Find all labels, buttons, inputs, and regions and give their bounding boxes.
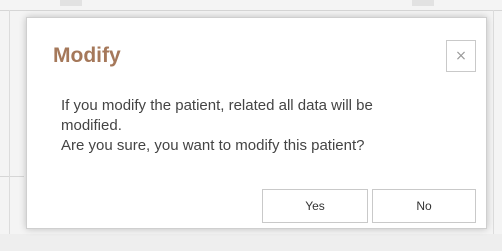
modify-dialog: Modify × If you modify the patient, rela…	[26, 17, 487, 229]
background-divider	[60, 0, 82, 6]
close-icon: ×	[455, 48, 467, 64]
background-divider	[412, 0, 434, 6]
message-line: Are you sure, you want to modify this pa…	[61, 137, 365, 154]
yes-button[interactable]: Yes	[262, 189, 368, 223]
background-divider	[9, 10, 10, 251]
dialog-message: If you modify the patient, related all d…	[61, 96, 471, 156]
background-divider	[0, 176, 24, 177]
background-footer	[0, 234, 502, 251]
yes-button-label: Yes	[305, 199, 325, 213]
background-divider	[0, 10, 502, 11]
background-divider	[493, 10, 494, 251]
close-button[interactable]: ×	[446, 40, 476, 72]
no-button[interactable]: No	[372, 189, 476, 223]
dialog-title: Modify	[53, 44, 121, 67]
no-button-label: No	[416, 199, 432, 213]
message-line: modified.	[61, 117, 122, 134]
message-line: If you modify the patient, related all d…	[61, 97, 373, 114]
